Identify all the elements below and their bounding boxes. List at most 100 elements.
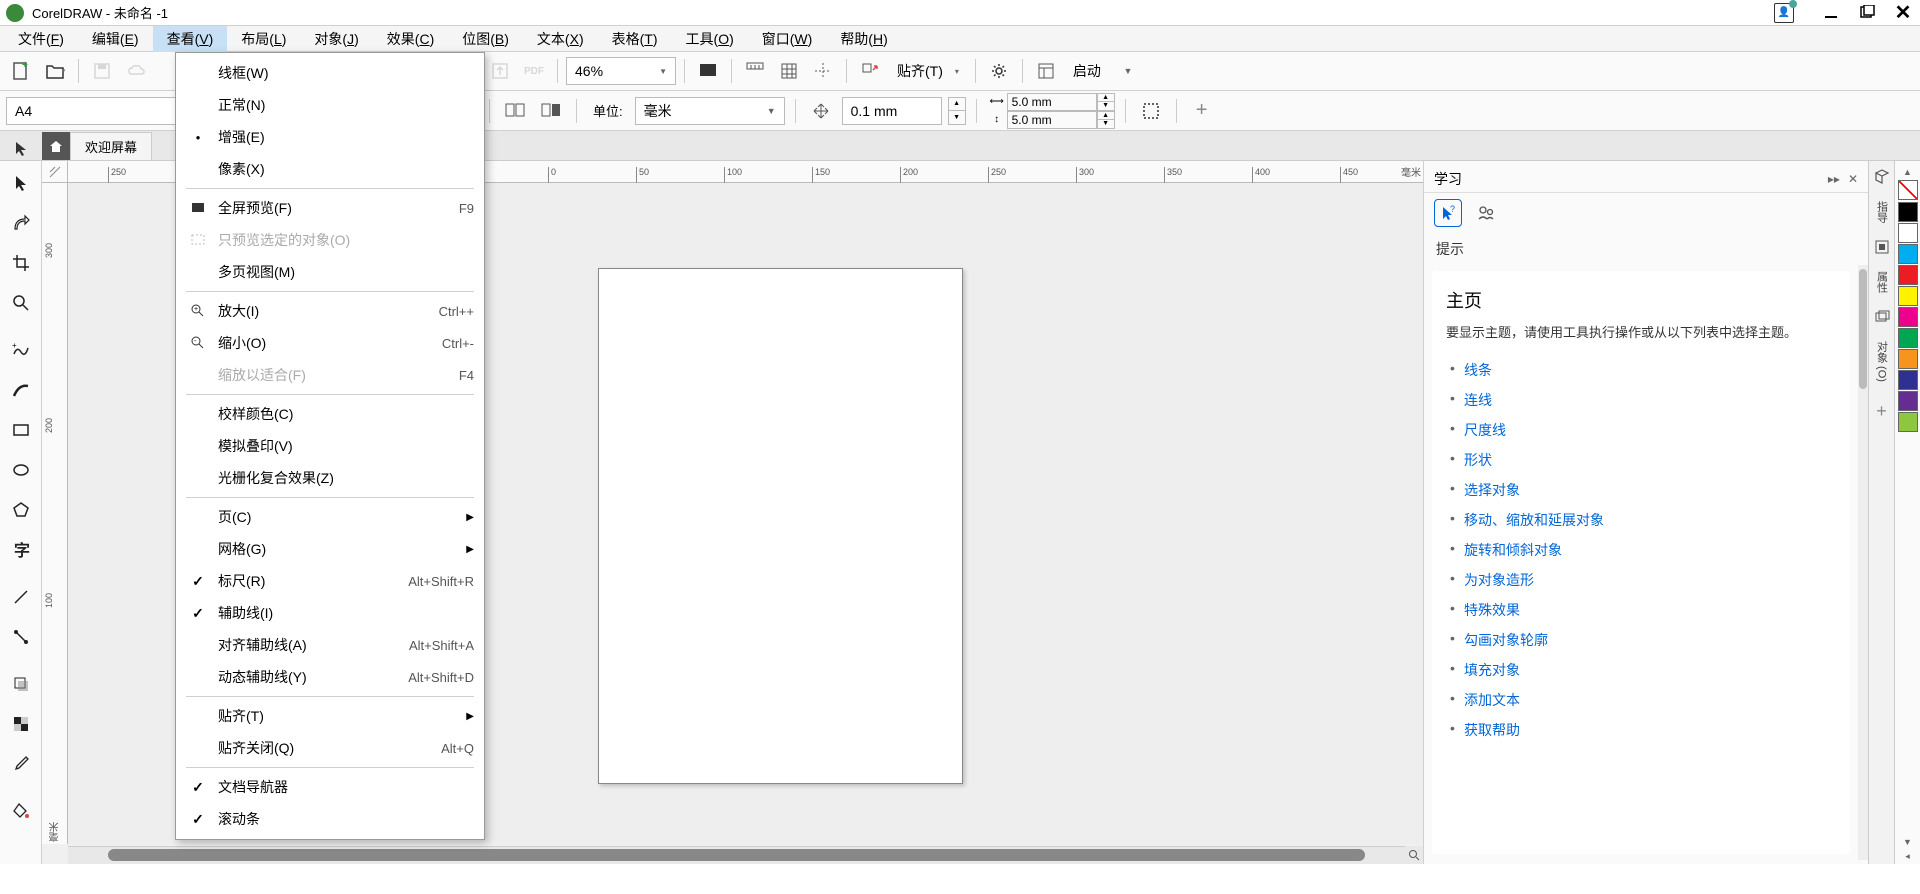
no-color-swatch[interactable] — [1898, 180, 1918, 200]
rulers-toggle[interactable] — [740, 56, 770, 86]
ruler-origin[interactable] — [42, 161, 68, 183]
guide-docker-tab[interactable]: 指导 — [1874, 197, 1890, 227]
menu-帮助[interactable]: 帮助(H) — [826, 26, 901, 52]
hint-link-anchor[interactable]: 勾画对象轮廓 — [1464, 632, 1548, 648]
page[interactable] — [598, 268, 963, 784]
menu-位图[interactable]: 位图(B) — [448, 26, 523, 52]
menu-查看[interactable]: 查看(V) — [153, 26, 228, 52]
text-tool[interactable]: 字 — [2, 531, 40, 569]
menu-multipage[interactable]: 多页视图(M) — [176, 256, 484, 288]
menu-snap[interactable]: 贴齐(T)▶ — [176, 700, 484, 732]
options-button[interactable] — [984, 56, 1014, 86]
nudge-input[interactable]: 0.1 mm — [842, 97, 942, 125]
add-property-button[interactable]: + — [1187, 96, 1217, 126]
menu-对象[interactable]: 对象(J) — [300, 26, 372, 52]
menu-snap-off[interactable]: 贴齐关闭(Q)Alt+Q — [176, 732, 484, 764]
palette-flyout-arrow[interactable]: ◂ — [1905, 849, 1910, 864]
menu-rasterize[interactable]: 光栅化复合效果(Z) — [176, 462, 484, 494]
dup-h-spinner[interactable]: ▲▼ — [1097, 93, 1115, 111]
objects-docker-icon[interactable] — [1872, 307, 1892, 327]
all-pages-button[interactable] — [500, 96, 530, 126]
snap-dropdown[interactable]: 贴齐(T)▾ — [889, 57, 967, 85]
guide-docker-icon[interactable] — [1872, 167, 1892, 187]
current-page-button[interactable] — [536, 96, 566, 126]
menu-proof-colors[interactable]: 校样颜色(C) — [176, 398, 484, 430]
home-tab[interactable] — [42, 132, 70, 160]
hints-mode-icon[interactable]: ? — [1434, 199, 1462, 227]
page-size-select[interactable]: A4 — [6, 97, 176, 125]
menu-guides[interactable]: 辅助线(I) — [176, 597, 484, 629]
dock-close-button[interactable]: ✕ — [1848, 172, 1858, 186]
menu-navigator[interactable]: 文档导航器 — [176, 771, 484, 803]
palette-up-arrow[interactable]: ▲ — [1903, 165, 1912, 179]
dup-v-spinner[interactable]: ▲▼ — [1097, 111, 1115, 129]
treat-as-filled[interactable] — [1136, 96, 1166, 126]
artistic-media-tool[interactable] — [2, 371, 40, 409]
guides-toggle[interactable] — [808, 56, 838, 86]
hint-link-anchor[interactable]: 尺度线 — [1464, 422, 1506, 438]
rectangle-tool[interactable] — [2, 411, 40, 449]
navigator-button[interactable] — [1405, 846, 1423, 864]
menu-布局[interactable]: 布局(L) — [227, 26, 300, 52]
hint-link-anchor[interactable]: 连线 — [1464, 392, 1492, 408]
menu-编辑[interactable]: 编辑(E) — [78, 26, 153, 52]
menu-sim-overprint[interactable]: 模拟叠印(V) — [176, 430, 484, 462]
vertical-ruler[interactable]: 300200100 — [42, 183, 68, 844]
menu-normal[interactable]: 正常(N) — [176, 89, 484, 121]
units-select[interactable]: 毫米▼ — [635, 97, 785, 125]
color-swatch[interactable] — [1898, 286, 1918, 306]
hint-link-anchor[interactable]: 选择对象 — [1464, 482, 1520, 498]
color-swatch[interactable] — [1898, 412, 1918, 432]
props-docker-tab[interactable]: 属性 — [1874, 267, 1890, 297]
duplicate-h-input[interactable]: 5.0 mm — [1007, 93, 1097, 111]
snap-icon[interactable] — [855, 56, 885, 86]
menu-scrollbars[interactable]: 滚动条 — [176, 803, 484, 835]
hint-link-anchor[interactable]: 为对象造形 — [1464, 572, 1534, 588]
color-swatch[interactable] — [1898, 370, 1918, 390]
menu-grid[interactable]: 网格(G)▶ — [176, 533, 484, 565]
objects-docker-tab[interactable]: 对象 (O) — [1874, 337, 1890, 386]
menu-fullscreen[interactable]: 全屏预览(F)F9 — [176, 192, 484, 224]
color-swatch[interactable] — [1898, 223, 1918, 243]
tab-pick-tool[interactable] — [6, 133, 36, 163]
hint-link-anchor[interactable]: 特殊效果 — [1464, 602, 1520, 618]
connector-tool[interactable] — [2, 618, 40, 656]
launch-caret[interactable]: ▼ — [1113, 56, 1143, 86]
eyedropper-tool[interactable] — [2, 745, 40, 783]
color-swatch[interactable] — [1898, 391, 1918, 411]
horizontal-scrollbar[interactable] — [68, 846, 1405, 864]
grid-toggle[interactable] — [774, 56, 804, 86]
transparency-tool[interactable] — [2, 705, 40, 743]
menu-zoom-out[interactable]: -缩小(O)Ctrl+- — [176, 327, 484, 359]
menu-dynamic-guides[interactable]: 动态辅助线(Y)Alt+Shift+D — [176, 661, 484, 693]
menu-文件[interactable]: 文件(F) — [4, 26, 78, 52]
menu-rulers[interactable]: 标尺(R)Alt+Shift+R — [176, 565, 484, 597]
community-mode-icon[interactable] — [1472, 199, 1500, 227]
color-swatch[interactable] — [1898, 202, 1918, 222]
menu-表格[interactable]: 表格(T) — [598, 26, 672, 52]
hint-link-anchor[interactable]: 线条 — [1464, 362, 1492, 378]
color-swatch[interactable] — [1898, 244, 1918, 264]
welcome-tab[interactable]: 欢迎屏幕 — [70, 132, 152, 160]
menu-enhanced[interactable]: 增强(E) — [176, 121, 484, 153]
menu-page[interactable]: 页(C)▶ — [176, 501, 484, 533]
parallel-dim-tool[interactable] — [2, 578, 40, 616]
open-file-button[interactable]: ▾ — [40, 56, 70, 86]
minimize-button[interactable] — [1820, 2, 1842, 24]
menu-zoom-in[interactable]: +放大(I)Ctrl++ — [176, 295, 484, 327]
hint-link-anchor[interactable]: 移动、缩放和延展对象 — [1464, 512, 1604, 528]
dock-collapse-button[interactable]: ▸▸ — [1828, 172, 1840, 186]
menu-效果[interactable]: 效果(C) — [373, 26, 448, 52]
hint-link-anchor[interactable]: 旋转和倾斜对象 — [1464, 542, 1562, 558]
color-swatch[interactable] — [1898, 328, 1918, 348]
menu-pixels[interactable]: 像素(X) — [176, 153, 484, 185]
menu-align-guides[interactable]: 对齐辅助线(A)Alt+Shift+A — [176, 629, 484, 661]
hint-link-anchor[interactable]: 填充对象 — [1464, 662, 1520, 678]
hint-link-anchor[interactable]: 形状 — [1464, 452, 1492, 468]
pick-tool[interactable] — [2, 164, 40, 202]
color-swatch[interactable] — [1898, 307, 1918, 327]
ellipse-tool[interactable] — [2, 451, 40, 489]
drop-shadow-tool[interactable] — [2, 665, 40, 703]
fullscreen-preview-button[interactable] — [693, 56, 723, 86]
nudge-spinner[interactable]: ▲▼ — [948, 97, 966, 125]
